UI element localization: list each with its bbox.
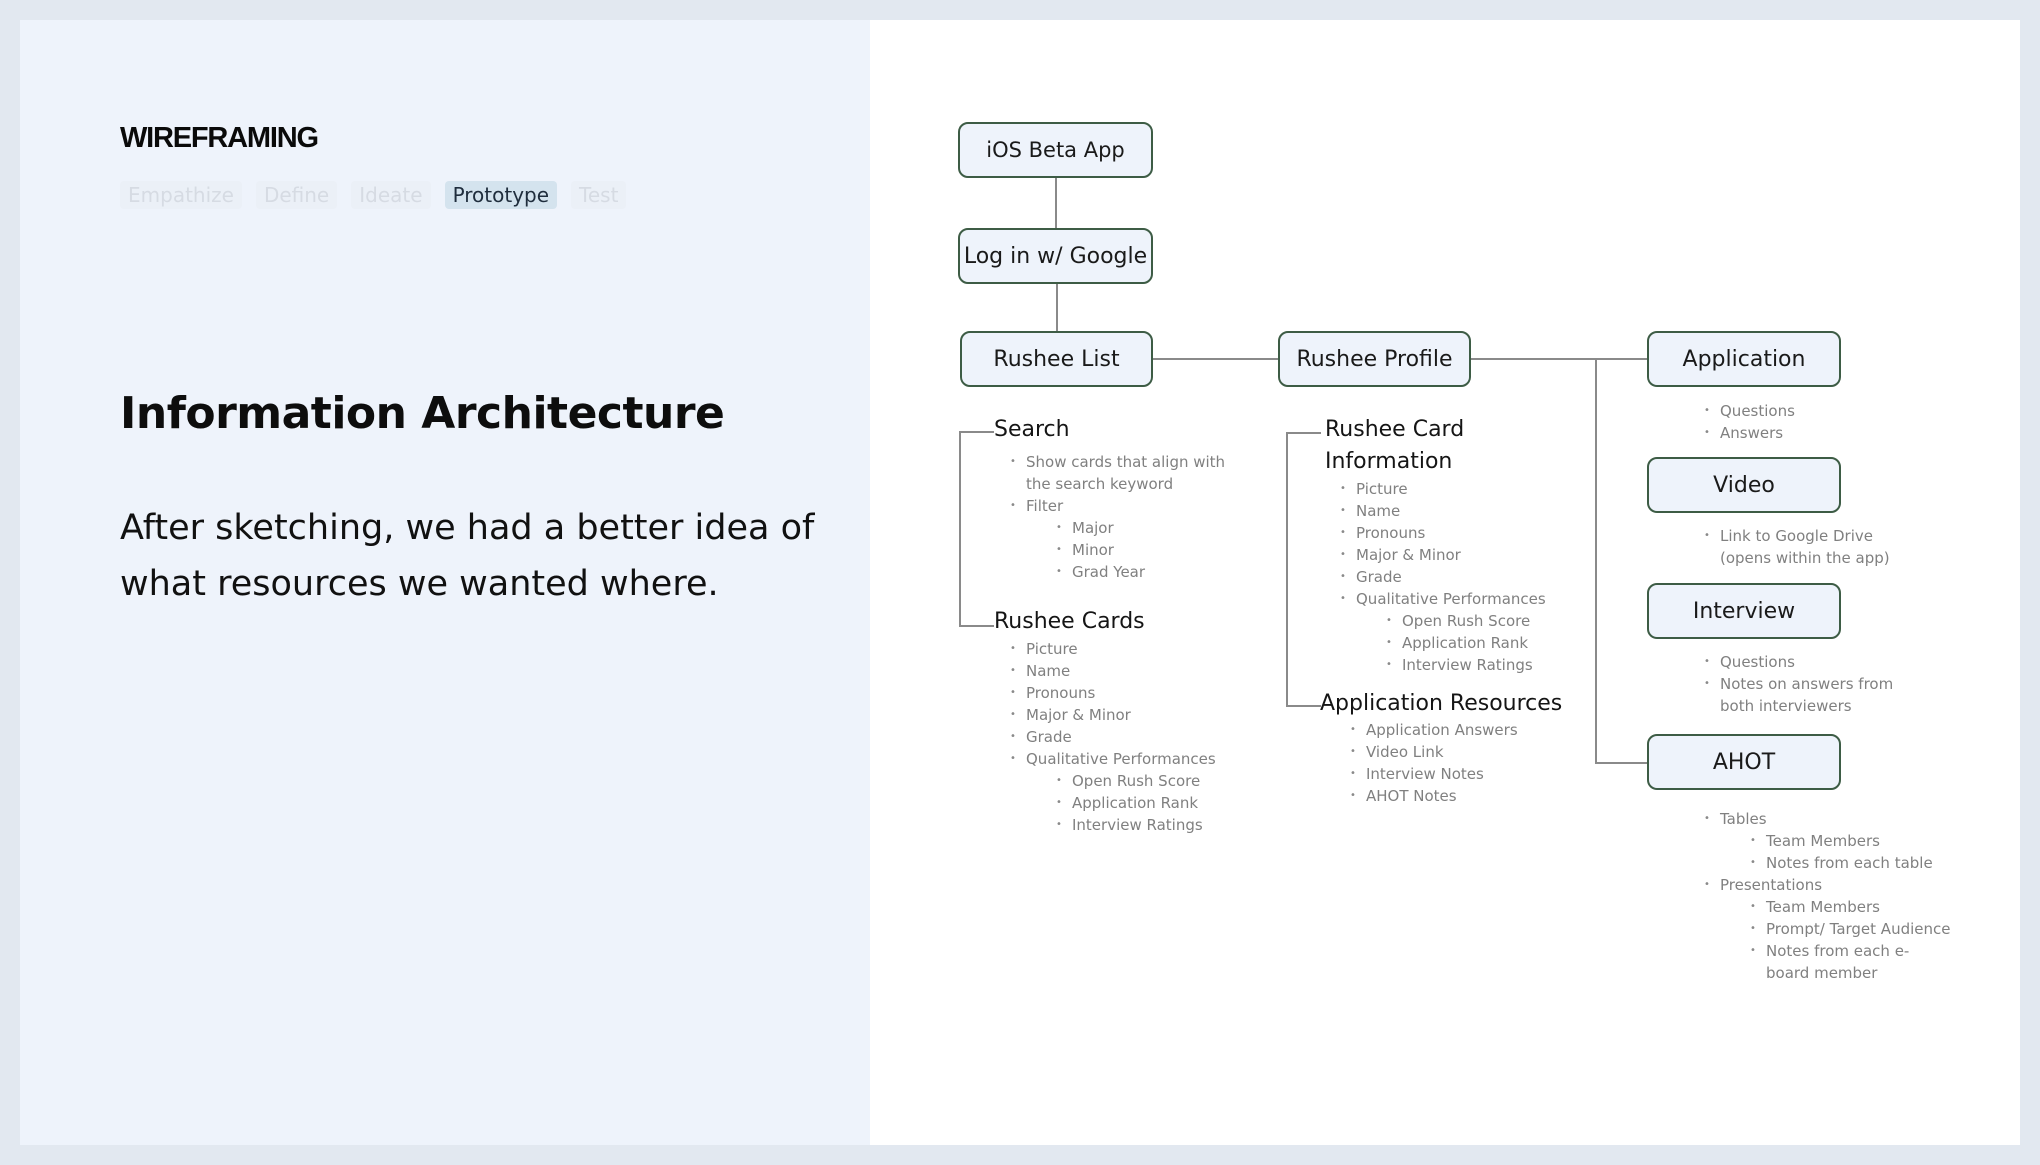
node-rushee-list: Rushee List (960, 331, 1153, 387)
list-item: Interview Notes (1350, 763, 1590, 785)
card-info-list: Picture Name Pronouns Major & Minor Grad… (1340, 478, 1600, 676)
connector-profile-application (1471, 358, 1647, 360)
list-item: Notes on answers from both interviewers (1704, 673, 1904, 717)
connector-to-search (959, 431, 994, 433)
list-item: Application Answers (1350, 719, 1590, 741)
list-item: Notes from each table (1750, 852, 1984, 874)
list-item: Application Rank (1056, 792, 1270, 814)
step-define[interactable]: Define (255, 181, 338, 209)
list-item: Questions (1704, 651, 1904, 673)
list-item: Name (1010, 660, 1270, 682)
video-list: Link to Google Drive (opens within the a… (1704, 525, 1904, 569)
list-item: Minor (1056, 539, 1230, 561)
node-log-in-google: Log in w/ Google (958, 228, 1153, 284)
list-item: Filter (1010, 495, 1230, 517)
node-ios-beta-app: iOS Beta App (958, 122, 1153, 178)
node-interview: Interview (1647, 583, 1841, 639)
list-item: Prompt/ Target Audience (1750, 918, 1984, 940)
list-item: Questions (1704, 400, 1924, 422)
list-item: Qualitative Performances (1010, 748, 1270, 770)
connector-list-profile (1153, 358, 1278, 360)
list-item: Grade (1010, 726, 1270, 748)
node-application: Application (1647, 331, 1841, 387)
step-empathize[interactable]: Empathize (120, 181, 242, 209)
node-video: Video (1647, 457, 1841, 513)
connector-list-branch (959, 431, 961, 626)
list-item: Application Rank (1386, 632, 1600, 654)
connector-login-list (1056, 284, 1058, 332)
list-item: Open Rush Score (1056, 770, 1270, 792)
heading-application-resources: Application Resources (1320, 691, 1563, 716)
step-ideate[interactable]: Ideate (351, 181, 431, 209)
list-item: Pronouns (1340, 522, 1600, 544)
rushee-cards-list: Picture Name Pronouns Major & Minor Grad… (1010, 638, 1270, 836)
list-item: Presentations (1704, 874, 1984, 896)
step-prototype[interactable]: Prototype (444, 181, 558, 209)
section-label: WIREFRAMING (120, 122, 319, 154)
list-item: Notes from each e-board member (1750, 940, 1950, 984)
search-list: Show cards that align with the search ke… (1010, 451, 1230, 583)
node-ahot: AHOT (1647, 734, 1841, 790)
list-item: Team Members (1750, 830, 1984, 852)
list-item: Link to Google Drive (opens within the a… (1704, 525, 1904, 569)
list-item: Major & Minor (1340, 544, 1600, 566)
connector-to-resources (1286, 705, 1321, 707)
list-item: Qualitative Performances (1340, 588, 1600, 610)
list-item: Answers (1704, 422, 1924, 444)
connector-profile-branch (1286, 432, 1288, 706)
page-title: Information Architecture (120, 388, 725, 439)
list-item: Grade (1340, 566, 1600, 588)
list-item: Team Members (1750, 896, 1984, 918)
list-item: Major & Minor (1010, 704, 1270, 726)
list-item: Show cards that align with the search ke… (1010, 451, 1230, 495)
list-item: Grad Year (1056, 561, 1230, 583)
interview-list: Questions Notes on answers from both int… (1704, 651, 1904, 717)
list-item: AHOT Notes (1350, 785, 1590, 807)
step-test[interactable]: Test (571, 181, 627, 209)
list-item: Picture (1010, 638, 1270, 660)
heading-rushee-card-information: Rushee Card Information (1325, 417, 1465, 474)
list-item: Interview Ratings (1056, 814, 1270, 836)
list-item: Major (1056, 517, 1230, 539)
ahot-list: Tables Team Members Notes from each tabl… (1704, 808, 1984, 984)
connector-to-card-info (1286, 432, 1321, 434)
process-steps: Empathize Define Ideate Prototype Test (120, 181, 627, 209)
list-item: Picture (1340, 478, 1600, 500)
connector-to-ahot (1595, 762, 1647, 764)
list-item: Open Rush Score (1386, 610, 1600, 632)
list-item: Video Link (1350, 741, 1590, 763)
list-item: Pronouns (1010, 682, 1270, 704)
heading-rushee-cards: Rushee Cards (994, 609, 1145, 634)
list-item: Interview Ratings (1386, 654, 1600, 676)
list-item: Tables (1704, 808, 1984, 830)
connector-ios-login (1055, 178, 1057, 228)
application-list: Questions Answers (1704, 400, 1924, 444)
page-description: After sketching, we had a better idea of… (120, 508, 815, 604)
resources-list: Application Answers Video Link Interview… (1350, 719, 1590, 807)
heading-search: Search (994, 417, 1070, 442)
connector-to-cards (959, 625, 994, 627)
list-item: Name (1340, 500, 1600, 522)
node-rushee-profile: Rushee Profile (1278, 331, 1471, 387)
